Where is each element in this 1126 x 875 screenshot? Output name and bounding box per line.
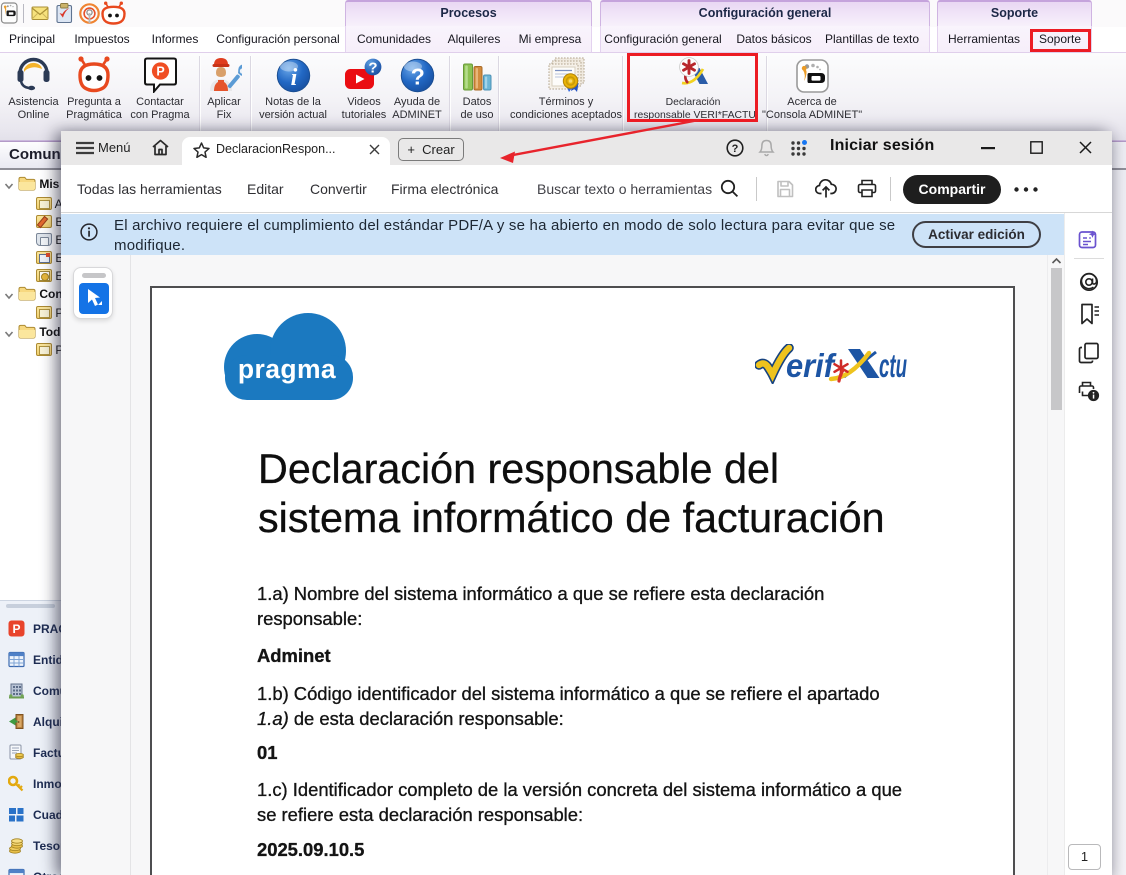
svg-text:ctu: ctu [879, 347, 907, 384]
svg-text:i: i [290, 65, 297, 91]
svg-text:P: P [156, 65, 164, 79]
svg-text:?: ? [368, 60, 377, 77]
svg-text:pragma: pragma [238, 354, 336, 384]
svg-text:?: ? [732, 143, 739, 155]
svg-text:P: P [12, 622, 20, 636]
svg-text:?: ? [410, 64, 424, 90]
